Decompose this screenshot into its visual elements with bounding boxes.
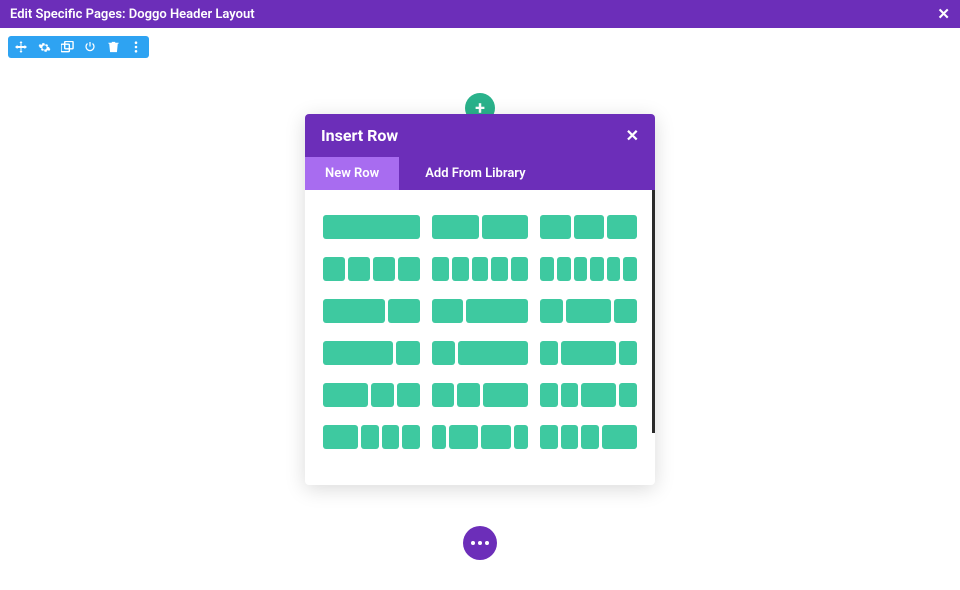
layout-col	[619, 341, 637, 365]
layout-col	[540, 215, 570, 239]
row-layout-option[interactable]	[540, 299, 637, 323]
layout-col	[483, 383, 528, 407]
row-layout-option[interactable]	[540, 215, 637, 239]
move-icon[interactable]	[14, 40, 28, 54]
modal-tabs: New Row Add From Library	[305, 157, 655, 190]
layout-col	[449, 425, 478, 449]
layout-col	[607, 257, 621, 281]
layout-col	[482, 215, 529, 239]
topbar-close-button[interactable]: ✕	[937, 5, 950, 23]
layout-col	[348, 257, 370, 281]
layout-col	[398, 257, 420, 281]
layout-col	[457, 383, 480, 407]
layout-col	[540, 425, 558, 449]
row-layout-option[interactable]	[432, 215, 529, 239]
layout-col	[623, 257, 637, 281]
duplicate-icon[interactable]	[60, 40, 74, 54]
layout-col	[590, 257, 604, 281]
row-layout-option[interactable]	[323, 215, 420, 239]
layout-col	[323, 341, 393, 365]
layout-col	[514, 425, 529, 449]
layout-col	[452, 257, 469, 281]
page-title: Edit Specific Pages: Doggo Header Layout	[10, 7, 255, 22]
layout-col	[540, 257, 554, 281]
layout-col	[481, 425, 510, 449]
layout-col	[373, 257, 395, 281]
row-layout-option[interactable]	[432, 425, 529, 449]
row-layout-option[interactable]	[540, 383, 637, 407]
layout-col	[323, 215, 420, 239]
layout-col	[491, 257, 508, 281]
gear-icon[interactable]	[37, 40, 51, 54]
layout-col	[397, 383, 420, 407]
top-bar: Edit Specific Pages: Doggo Header Layout…	[0, 0, 960, 28]
layout-col	[432, 215, 479, 239]
layout-col	[619, 383, 637, 407]
layout-col	[458, 341, 528, 365]
layout-col	[581, 383, 616, 407]
layout-col	[402, 425, 420, 449]
modal-header: Insert Row ✕	[305, 114, 655, 157]
dot-icon	[478, 541, 482, 545]
page-actions-button[interactable]	[463, 526, 497, 560]
layout-col	[323, 257, 345, 281]
layout-col	[581, 425, 599, 449]
row-layout-option[interactable]	[540, 257, 637, 281]
layout-col	[561, 425, 579, 449]
row-layout-option[interactable]	[432, 257, 529, 281]
row-layout-option[interactable]	[323, 425, 420, 449]
layout-col	[432, 341, 455, 365]
layout-col	[540, 299, 563, 323]
layout-col	[382, 425, 400, 449]
row-layout-option[interactable]	[540, 425, 637, 449]
layout-col	[432, 299, 463, 323]
layout-col	[557, 257, 571, 281]
row-layout-option[interactable]	[432, 299, 529, 323]
layout-grid	[305, 190, 655, 485]
layout-col	[396, 341, 419, 365]
section-toolbar	[8, 36, 149, 58]
layout-col	[472, 257, 489, 281]
more-icon[interactable]	[129, 40, 143, 54]
layout-col	[540, 383, 558, 407]
layout-col	[388, 299, 419, 323]
layout-col	[323, 383, 368, 407]
trash-icon[interactable]	[106, 40, 120, 54]
layout-col	[561, 341, 615, 365]
layout-col	[371, 383, 394, 407]
row-layout-option[interactable]	[432, 341, 529, 365]
dot-icon	[485, 541, 489, 545]
layout-col	[432, 425, 447, 449]
insert-row-modal: Insert Row ✕ New Row Add From Library	[305, 114, 655, 485]
layout-col	[566, 299, 611, 323]
layout-col	[511, 257, 528, 281]
modal-title: Insert Row	[321, 126, 398, 145]
layout-col	[323, 425, 358, 449]
layout-col	[323, 299, 385, 323]
row-layout-option[interactable]	[540, 341, 637, 365]
layout-col	[540, 341, 558, 365]
layout-col	[432, 383, 455, 407]
layout-col	[561, 383, 579, 407]
layout-col	[361, 425, 379, 449]
layout-col	[602, 425, 637, 449]
tab-new-row[interactable]: New Row	[305, 157, 399, 190]
layout-col	[466, 299, 528, 323]
layout-col	[574, 257, 588, 281]
layout-col	[574, 215, 604, 239]
row-layout-option[interactable]	[323, 341, 420, 365]
row-layout-option[interactable]	[323, 257, 420, 281]
layout-col	[614, 299, 637, 323]
modal-close-button[interactable]: ✕	[626, 126, 639, 145]
row-layout-option[interactable]	[432, 383, 529, 407]
power-icon[interactable]	[83, 40, 97, 54]
layout-col	[432, 257, 449, 281]
tab-add-from-library[interactable]: Add From Library	[399, 157, 551, 190]
row-layout-option[interactable]	[323, 383, 420, 407]
row-layout-option[interactable]	[323, 299, 420, 323]
dot-icon	[471, 541, 475, 545]
layout-col	[607, 215, 637, 239]
